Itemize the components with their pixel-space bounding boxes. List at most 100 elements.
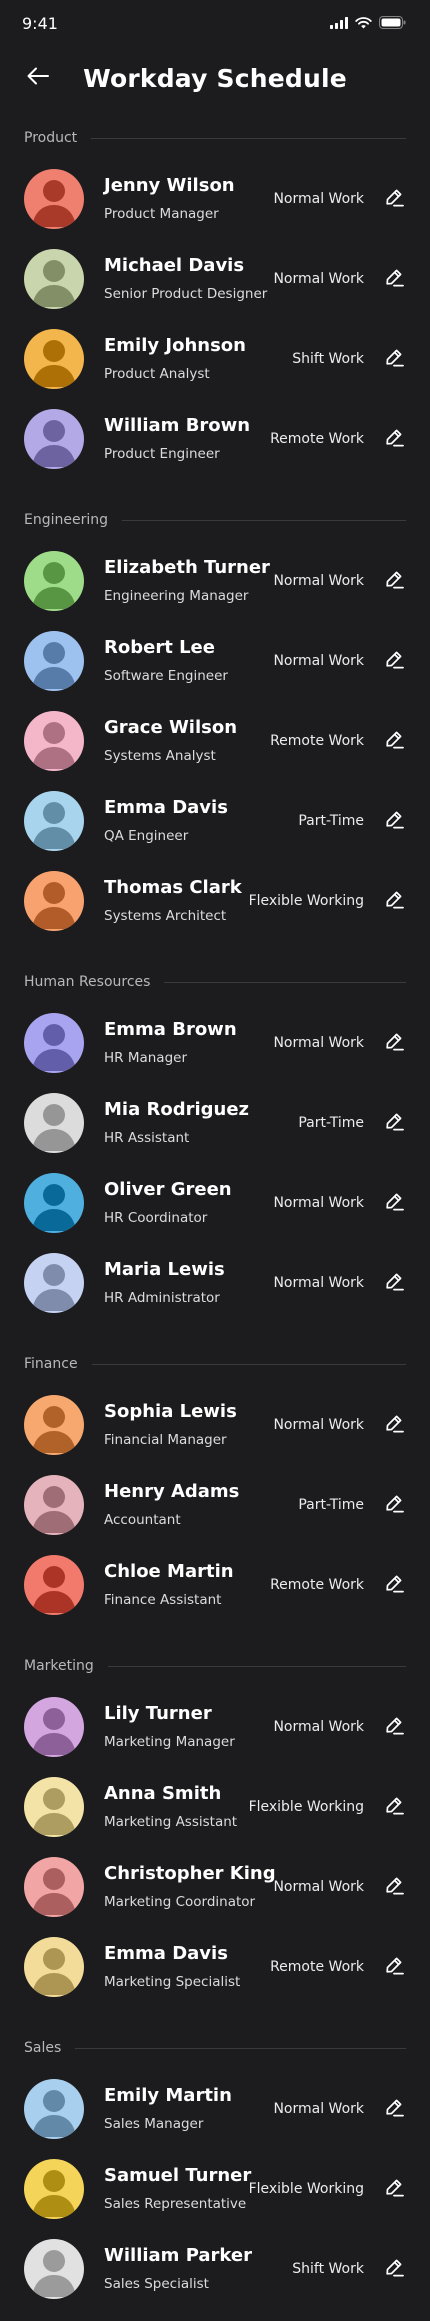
avatar xyxy=(24,1253,84,1313)
edit-schedule-button[interactable] xyxy=(382,1191,406,1215)
edit-schedule-button[interactable] xyxy=(382,1271,406,1295)
employee-name: Anna Smith xyxy=(104,1783,222,1804)
person-avatar-icon xyxy=(24,2159,84,2219)
section-label: Finance xyxy=(24,1356,78,1372)
edit-schedule-button[interactable] xyxy=(382,649,406,673)
employee-name: Christopher King xyxy=(104,1863,276,1884)
edit-schedule-button[interactable] xyxy=(382,347,406,371)
employee-role: Financial Manager xyxy=(104,1432,227,1448)
employee-name: Samuel Turner xyxy=(104,2165,252,2186)
edit-schedule-button[interactable] xyxy=(382,1715,406,1739)
person-avatar-icon xyxy=(24,1697,84,1757)
edit-schedule-button[interactable] xyxy=(382,2257,406,2281)
employee-info: Emma Davis QA Engineer xyxy=(104,796,298,846)
employee-row[interactable]: Emma Brown HR Manager Normal Work xyxy=(24,1003,406,1083)
work-type-label: Normal Work xyxy=(273,1195,364,1211)
employee-row[interactable]: William Parker Sales Specialist Shift Work xyxy=(24,2229,406,2309)
back-button[interactable] xyxy=(22,62,54,94)
edit-schedule-button[interactable] xyxy=(382,729,406,753)
employee-row[interactable]: Chloe Martin Finance Assistant Remote Work xyxy=(24,1545,406,1625)
wifi-icon xyxy=(355,14,372,33)
avatar xyxy=(24,1857,84,1917)
employee-role: Sales Representative xyxy=(104,2196,247,2212)
employee-row[interactable]: Emma Davis QA Engineer Part-Time xyxy=(24,781,406,861)
section-engineering: Engineering Elizabeth Turner Engineering M… xyxy=(24,510,406,941)
employee-row[interactable]: Christopher King Marketing Coordinator Nor… xyxy=(24,1847,406,1927)
work-type-label: Part-Time xyxy=(298,1497,364,1513)
employee-name: Emily Johnson xyxy=(104,335,246,356)
employee-row[interactable]: Robert Lee Software Engineer Normal Work xyxy=(24,621,406,701)
pencil-icon xyxy=(384,427,404,451)
employee-row[interactable]: Michael Davis Senior Product Designer Norm… xyxy=(24,239,406,319)
employee-row[interactable]: Emily Johnson Product Analyst Shift Work xyxy=(24,319,406,399)
person-avatar-icon xyxy=(24,1777,84,1837)
section-label: Marketing xyxy=(24,1658,94,1674)
page-title: Workday Schedule xyxy=(83,63,347,93)
edit-schedule-button[interactable] xyxy=(382,569,406,593)
work-type-label: Normal Work xyxy=(273,573,364,589)
section-divider xyxy=(164,981,406,983)
employee-role: Product Manager xyxy=(104,206,219,222)
work-type-label: Remote Work xyxy=(270,733,364,749)
employee-row[interactable]: Lily Turner Marketing Manager Normal Work xyxy=(24,1687,406,1767)
employee-row[interactable]: Mia Rodriguez HR Assistant Part-Time xyxy=(24,1083,406,1163)
edit-schedule-button[interactable] xyxy=(382,2097,406,2121)
pencil-icon xyxy=(384,1795,404,1819)
employee-row[interactable]: Oliver Green HR Coordinator Normal Work xyxy=(24,1163,406,1243)
person-avatar-icon xyxy=(24,329,84,389)
employee-info: Thomas Clark Systems Architect xyxy=(104,876,249,926)
employee-info: Mia Rodriguez HR Assistant xyxy=(104,1098,298,1148)
status-bar: 9:41 xyxy=(0,0,430,46)
employee-row[interactable]: Elizabeth Turner Engineering Manager Norma… xyxy=(24,541,406,621)
employee-role: HR Administrator xyxy=(104,1290,220,1306)
employee-row[interactable]: Jenny Wilson Product Manager Normal Work xyxy=(24,159,406,239)
avatar xyxy=(24,169,84,229)
edit-schedule-button[interactable] xyxy=(382,1413,406,1437)
edit-schedule-button[interactable] xyxy=(382,1875,406,1899)
pencil-icon xyxy=(384,267,404,291)
employee-row[interactable]: Thomas Clark Systems Architect Flexible Wo… xyxy=(24,861,406,941)
employee-row[interactable]: Maria Lewis HR Administrator Normal Work xyxy=(24,1243,406,1323)
edit-schedule-button[interactable] xyxy=(382,187,406,211)
edit-schedule-button[interactable] xyxy=(382,427,406,451)
employee-name: Mia Rodriguez xyxy=(104,1099,250,1120)
employee-row[interactable]: Grace Wilson Systems Analyst Remote Work xyxy=(24,701,406,781)
section-header: Sales xyxy=(24,2038,406,2058)
section-label: Product xyxy=(24,130,78,146)
edit-schedule-button[interactable] xyxy=(382,267,406,291)
person-avatar-icon xyxy=(24,409,84,469)
employee-row[interactable]: Emma Davis Marketing Specialist Remote Wor… xyxy=(24,1927,406,2007)
edit-schedule-button[interactable] xyxy=(382,1955,406,1979)
edit-schedule-button[interactable] xyxy=(382,2177,406,2201)
edit-schedule-button[interactable] xyxy=(382,889,406,913)
section-divider xyxy=(91,1363,406,1365)
section-header: Product xyxy=(24,128,406,148)
pencil-icon xyxy=(384,1493,404,1517)
employee-row[interactable]: Emily Martin Sales Manager Normal Work xyxy=(24,2069,406,2149)
employee-row[interactable]: Samuel Turner Sales Representative Flexibl… xyxy=(24,2149,406,2229)
employee-row[interactable]: William Brown Product Engineer Remote Work xyxy=(24,399,406,479)
avatar xyxy=(24,1173,84,1233)
work-type-label: Normal Work xyxy=(273,653,364,669)
edit-schedule-button[interactable] xyxy=(382,1795,406,1819)
edit-schedule-button[interactable] xyxy=(382,1573,406,1597)
avatar xyxy=(24,551,84,611)
edit-schedule-button[interactable] xyxy=(382,1111,406,1135)
edit-schedule-button[interactable] xyxy=(382,1031,406,1055)
employee-row[interactable]: Sophia Lewis Financial Manager Normal Work xyxy=(24,1385,406,1465)
avatar xyxy=(24,1555,84,1615)
person-avatar-icon xyxy=(24,1857,84,1917)
employee-row[interactable]: Anna Smith Marketing Assistant Flexible Wo… xyxy=(24,1767,406,1847)
employee-info: Emily Martin Sales Manager xyxy=(104,2084,273,2134)
pencil-icon xyxy=(384,569,404,593)
employee-row[interactable]: Henry Adams Accountant Part-Time xyxy=(24,1465,406,1545)
pencil-icon xyxy=(384,1191,404,1215)
avatar xyxy=(24,2239,84,2299)
employee-info: Emma Brown HR Manager xyxy=(104,1018,273,1068)
edit-schedule-button[interactable] xyxy=(382,1493,406,1517)
section-divider xyxy=(122,519,406,521)
person-avatar-icon xyxy=(24,711,84,771)
edit-schedule-button[interactable] xyxy=(382,809,406,833)
avatar xyxy=(24,791,84,851)
section-label: Sales xyxy=(24,2040,62,2056)
